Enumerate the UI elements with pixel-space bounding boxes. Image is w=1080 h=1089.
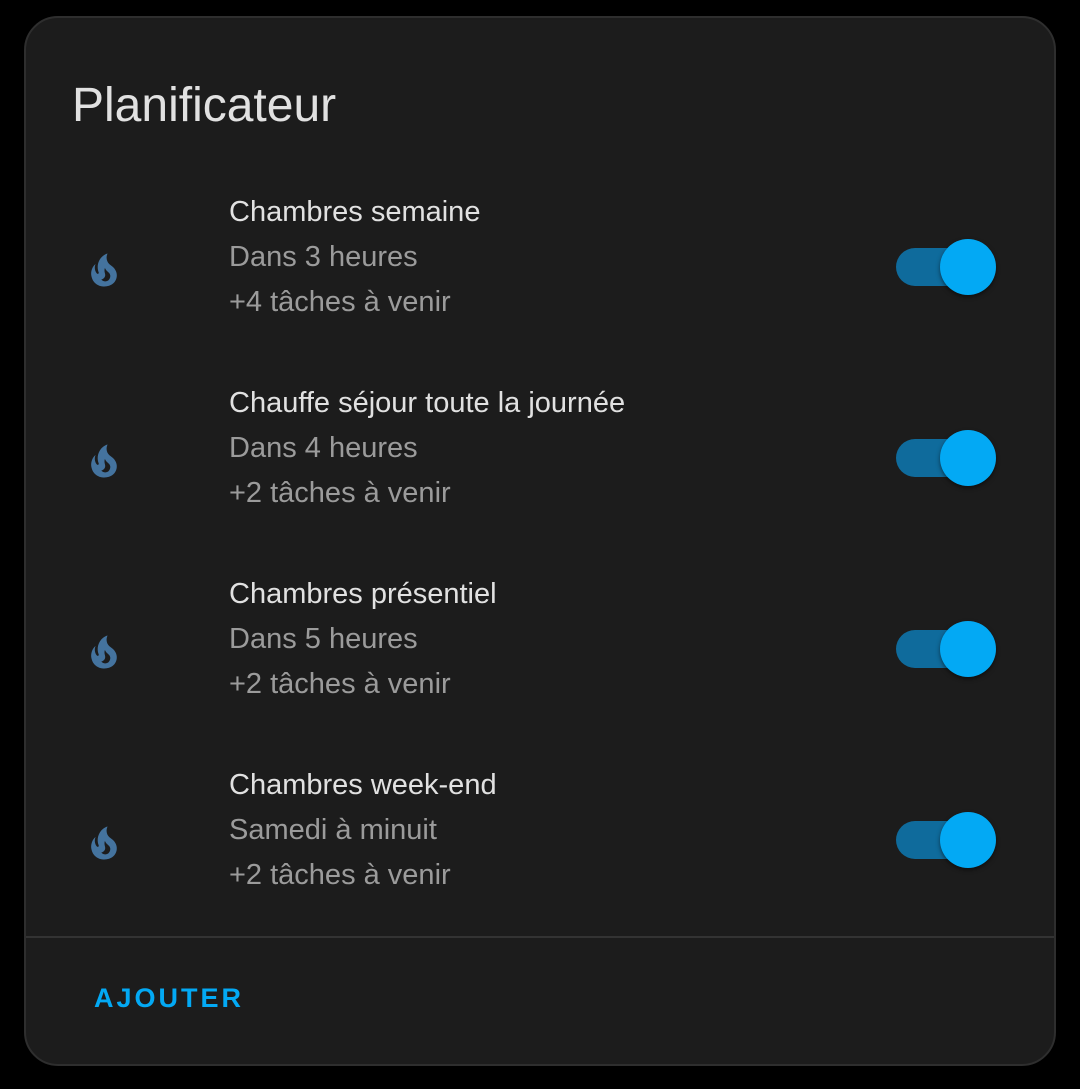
schedule-name: Chambres semaine [229, 196, 481, 228]
card-actions-divider [26, 936, 1054, 938]
toggle-knob[interactable] [940, 430, 996, 486]
schedule-name: Chambres week-end [229, 769, 497, 801]
fire-icon [82, 434, 126, 488]
schedule-toggle[interactable] [896, 810, 1000, 870]
schedule-toggle[interactable] [896, 619, 1000, 679]
schedule-row[interactable]: Chambres semaine Dans 3 heures +4 tâches… [26, 190, 1058, 340]
toggle-knob[interactable] [940, 812, 996, 868]
schedule-row[interactable]: Chambres présentiel Dans 5 heures +2 tâc… [26, 572, 1058, 722]
schedule-upcoming: +2 tâches à venir [229, 859, 451, 891]
schedule-toggle[interactable] [896, 428, 1000, 488]
fire-icon [82, 816, 126, 870]
schedule-info: Chambres semaine Dans 3 heures +4 tâches… [229, 190, 480, 325]
schedule-next-run: Dans 3 heures [229, 241, 418, 273]
schedule-name: Chauffe séjour toute la journée [229, 387, 626, 419]
schedule-info: Chauffe séjour toute la journée Dans 4 h… [229, 381, 625, 516]
schedule-next-run: Dans 4 heures [229, 432, 418, 464]
schedule-row[interactable]: Chambres week-end Samedi à minuit +2 tâc… [26, 763, 1058, 913]
schedule-row[interactable]: Chauffe séjour toute la journée Dans 4 h… [26, 381, 1058, 531]
schedule-upcoming: +4 tâches à venir [229, 286, 451, 318]
fire-icon [82, 625, 126, 679]
schedule-upcoming: +2 tâches à venir [229, 477, 451, 509]
add-schedule-button[interactable]: AJOUTER [78, 974, 260, 1022]
toggle-knob[interactable] [940, 239, 996, 295]
schedule-info: Chambres week-end Samedi à minuit +2 tâc… [229, 763, 497, 898]
schedule-toggle[interactable] [896, 237, 1000, 297]
schedule-upcoming: +2 tâches à venir [229, 668, 451, 700]
schedule-next-run: Dans 5 heures [229, 623, 418, 655]
schedule-next-run: Samedi à minuit [229, 814, 437, 846]
card-title: Planificateur [72, 79, 337, 132]
schedule-name: Chambres présentiel [229, 578, 497, 610]
toggle-knob[interactable] [940, 621, 996, 677]
fire-icon [82, 243, 126, 297]
schedule-info: Chambres présentiel Dans 5 heures +2 tâc… [229, 572, 497, 707]
scheduler-card: Planificateur Chambres semaine Dans 3 he… [24, 16, 1056, 1066]
